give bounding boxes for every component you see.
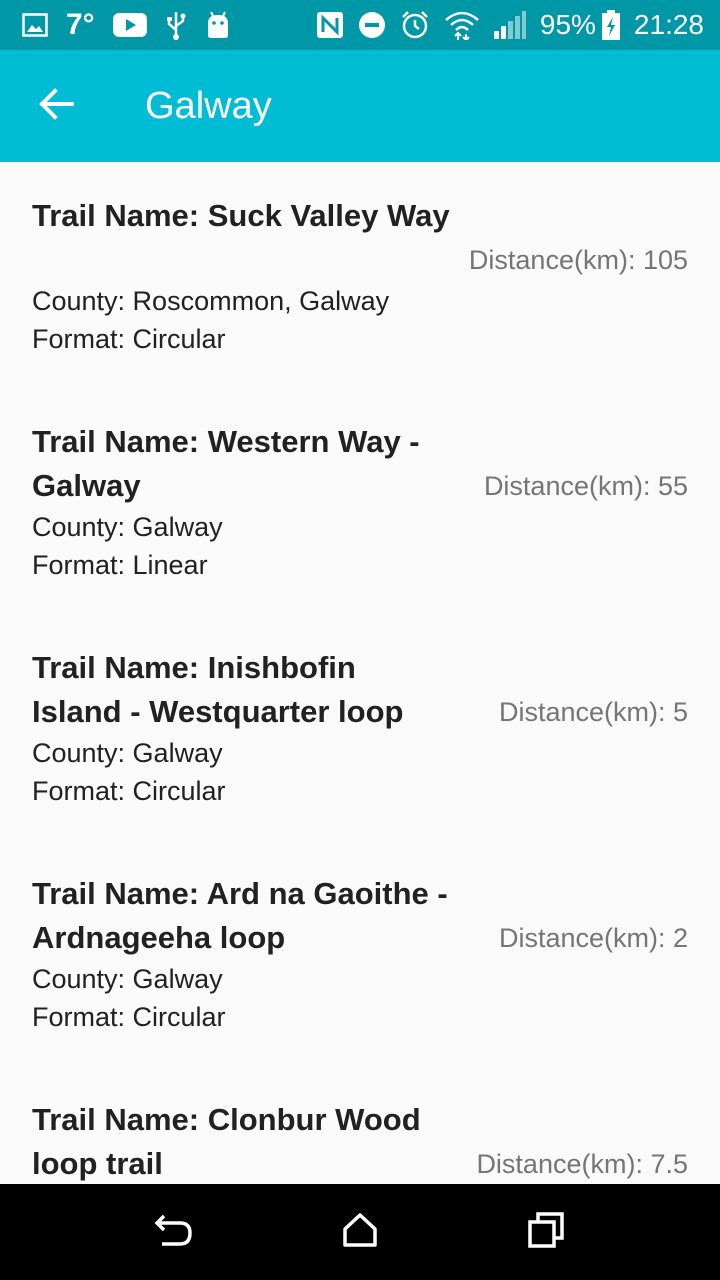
trail-county: County: Galway bbox=[32, 964, 223, 994]
nav-back-button[interactable] bbox=[144, 1202, 204, 1262]
nav-home-icon bbox=[342, 1212, 378, 1253]
alarm-icon bbox=[400, 10, 430, 40]
trail-name: Trail Name: Western Way - Galway bbox=[32, 424, 420, 503]
temperature-text: 7° bbox=[66, 8, 95, 41]
battery-charging-icon bbox=[601, 10, 620, 40]
app-bar: Galway bbox=[0, 50, 720, 162]
trail-name: Trail Name: Clonbur Wood loop trail bbox=[32, 1102, 421, 1181]
trail-county: County: Roscommon, Galway bbox=[32, 286, 390, 316]
image-icon bbox=[22, 13, 48, 37]
list-item[interactable]: Trail Name: Inishbofin Island - Westquar… bbox=[0, 614, 720, 840]
battery-percent-text: 95% bbox=[539, 9, 596, 40]
usb-icon bbox=[165, 10, 187, 40]
trail-county: County: Galway bbox=[32, 738, 223, 768]
navigation-bar bbox=[0, 1184, 720, 1280]
nav-back-icon bbox=[154, 1212, 194, 1253]
trail-name: Trail Name: Suck Valley Way bbox=[32, 198, 450, 233]
trail-distance: Distance(km): 55 bbox=[483, 471, 688, 501]
page-title: Galway bbox=[145, 85, 272, 127]
wifi-icon bbox=[444, 10, 480, 40]
trail-format: Format: Circular bbox=[32, 776, 226, 806]
youtube-icon bbox=[112, 13, 147, 37]
trail-format: Format: Circular bbox=[32, 324, 226, 354]
list-item[interactable]: Trail Name: Clonbur Wood loop trail Dist… bbox=[0, 1066, 720, 1184]
status-bar-left: 7° bbox=[22, 0, 249, 50]
trail-distance: Distance(km): 7.5 bbox=[476, 1149, 688, 1179]
trail-distance: Distance(km): 5 bbox=[498, 697, 688, 727]
list-item[interactable]: Trail Name: Ard na Gaoithe - Ardnageeha … bbox=[0, 840, 720, 1066]
trail-format: Format: Linear bbox=[32, 550, 208, 580]
trail-name: Trail Name: Ard na Gaoithe - Ardnageeha … bbox=[32, 876, 448, 955]
back-button[interactable] bbox=[26, 78, 86, 134]
trail-distance: Distance(km): 105 bbox=[468, 245, 688, 275]
nav-recents-button[interactable] bbox=[516, 1202, 576, 1262]
signal-icon bbox=[493, 11, 526, 39]
trail-format: Format: Circular bbox=[32, 1002, 226, 1032]
list-item[interactable]: Trail Name: Western Way - Galway County:… bbox=[0, 388, 720, 614]
status-bar: 7° 95% 21:28 bbox=[0, 0, 720, 50]
status-bar-right: 95% 21:28 bbox=[302, 0, 704, 50]
nav-home-button[interactable] bbox=[330, 1202, 390, 1262]
trail-list[interactable]: Trail Name: Suck Valley Way County: Rosc… bbox=[0, 162, 720, 1184]
nfc-icon bbox=[316, 11, 344, 39]
trail-name: Trail Name: Inishbofin Island - Westquar… bbox=[32, 650, 404, 729]
android-icon bbox=[205, 11, 231, 39]
trail-distance: Distance(km): 2 bbox=[498, 923, 688, 953]
arrow-back-icon bbox=[38, 87, 74, 125]
nav-recents-icon bbox=[528, 1211, 564, 1253]
trail-county: County: Galway bbox=[32, 512, 223, 542]
do-not-disturb-icon bbox=[358, 11, 386, 39]
clock-text: 21:28 bbox=[633, 9, 704, 40]
list-item[interactable]: Trail Name: Suck Valley Way County: Rosc… bbox=[0, 162, 720, 388]
